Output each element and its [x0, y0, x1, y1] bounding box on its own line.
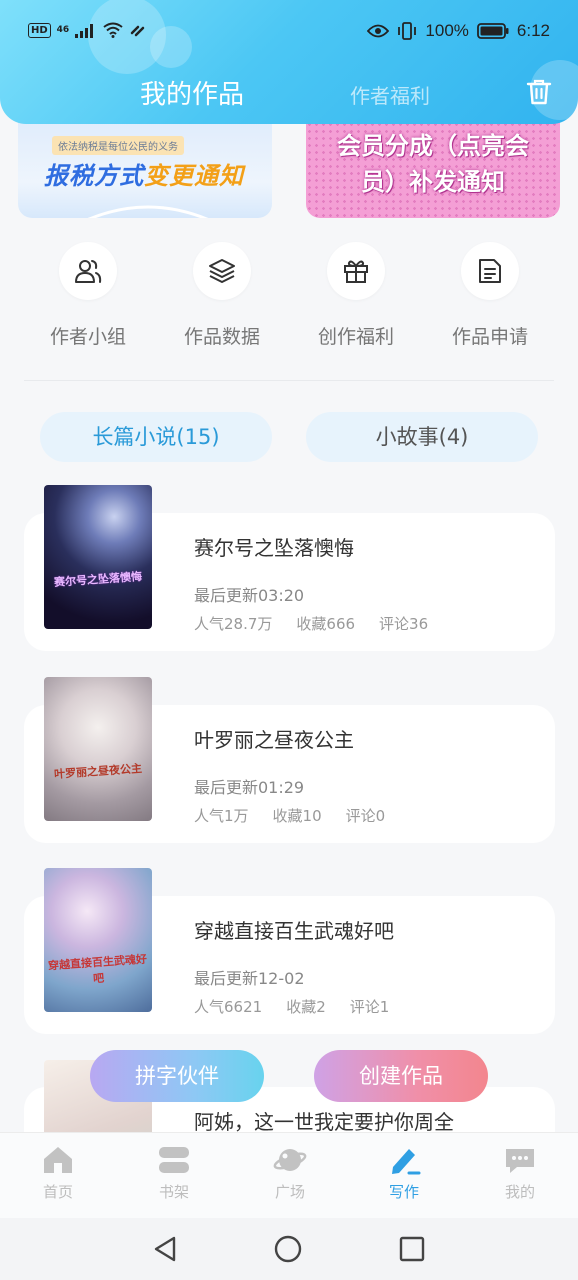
book-cover[interactable]: 赛尔号之坠落懊悔 — [44, 485, 152, 629]
hd-badge: HD — [28, 22, 51, 38]
banner-tagline: 依法纳税是每位公民的义务 — [52, 136, 184, 155]
work-updated: 最后更新12-02 — [194, 969, 305, 988]
work-title[interactable]: 穿越直接百生武魂好吧 — [194, 915, 394, 944]
work-popularity: 人气6621 — [194, 998, 263, 1016]
pen-icon — [392, 1149, 421, 1175]
eye-icon — [367, 24, 390, 38]
trash-button[interactable] — [526, 78, 552, 110]
menu-label: 作品申请 — [451, 326, 528, 348]
menu-icon-circle — [327, 242, 385, 300]
bookshelf-icon — [159, 1147, 189, 1173]
menu-label: 创作福利 — [317, 326, 394, 348]
quick-menu: 作者小组 作品数据 创作福利 作品申请 — [18, 242, 560, 362]
vibrate-icon — [398, 22, 417, 40]
work-favorites: 收藏666 — [296, 615, 356, 633]
arc-decoration-icon — [87, 205, 209, 218]
work-title[interactable]: 阿姊，这一世我定要护你周全 — [194, 1106, 454, 1135]
tab-long-novels[interactable]: 长篇小说(15) — [40, 412, 272, 462]
home-button[interactable] — [273, 1234, 303, 1268]
system-nav-bar — [0, 1218, 578, 1280]
menu-author-group[interactable]: 作者小组 — [28, 242, 148, 349]
nav-writing[interactable]: 写作 — [364, 1145, 444, 1202]
book-cover[interactable]: 穿越直接百生武魂好吧 — [44, 868, 152, 1012]
nav-label: 写作 — [388, 1183, 419, 1201]
bottom-nav: 首页 书架 广场 写作 我的 — [0, 1132, 578, 1218]
network-label: 46 — [56, 25, 70, 35]
work-popularity: 人气1万 — [194, 807, 249, 825]
cover-title: 叶罗丽之昼夜公主 — [53, 761, 143, 782]
status-bar: HD 46 100% 6:12 — [0, 0, 578, 64]
back-button[interactable] — [150, 1234, 180, 1268]
home-circle-icon — [274, 1235, 302, 1263]
work-stats: 人气28.7万 收藏666 评论36 — [194, 613, 428, 634]
layers-icon — [209, 259, 235, 283]
work-comments: 评论36 — [379, 615, 429, 633]
wifi-icon — [103, 22, 123, 38]
document-icon — [479, 259, 501, 283]
battery-percent: 100% — [425, 21, 469, 40]
menu-works-data[interactable]: 作品数据 — [162, 242, 282, 349]
divider — [24, 380, 554, 381]
work-stats: 人气6621 收藏2 评论1 — [194, 996, 389, 1017]
work-stats: 人气1万 收藏10 评论0 — [194, 805, 385, 826]
nav-label: 书架 — [158, 1183, 189, 1201]
chat-icon — [506, 1149, 534, 1173]
work-favorites: 收藏2 — [286, 998, 326, 1016]
tab-author-benefits[interactable]: 作者福利 — [350, 80, 430, 109]
battery-icon — [477, 23, 509, 39]
nav-label: 广场 — [274, 1183, 305, 1201]
work-title[interactable]: 赛尔号之坠落懊悔 — [194, 532, 354, 561]
work-comments: 评论1 — [349, 998, 390, 1016]
nav-label: 首页 — [42, 1183, 73, 1201]
nav-bookshelf[interactable]: 书架 — [134, 1145, 214, 1202]
signal-icon — [75, 24, 94, 38]
tab-short-stories[interactable]: 小故事(4) — [306, 412, 538, 462]
cover-title: 穿越直接百生武魂好吧 — [47, 952, 148, 986]
work-title[interactable]: 叶罗丽之昼夜公主 — [194, 724, 354, 753]
trash-icon — [526, 79, 552, 105]
recents-button[interactable] — [397, 1234, 427, 1268]
tab-my-works[interactable]: 我的作品 — [140, 74, 244, 111]
planet-icon — [273, 1149, 307, 1171]
nav-label: 我的 — [504, 1183, 535, 1201]
nav-plaza[interactable]: 广场 — [250, 1145, 330, 1202]
menu-icon-circle — [461, 242, 519, 300]
clock: 6:12 — [516, 21, 550, 40]
menu-label: 作者小组 — [49, 326, 126, 348]
menu-label: 作品数据 — [183, 326, 260, 348]
home-icon — [44, 1147, 72, 1173]
menu-icon-circle — [59, 242, 117, 300]
work-updated: 最后更新03:20 — [194, 586, 305, 605]
partner-button[interactable]: 拼字伙伴 — [90, 1050, 264, 1102]
link-icon — [130, 25, 145, 37]
back-triangle-icon — [154, 1236, 176, 1262]
nav-home[interactable]: 首页 — [18, 1145, 98, 1202]
work-comments: 评论0 — [345, 807, 386, 825]
banner-title: 报税方式变更通知 — [44, 162, 244, 190]
book-cover[interactable]: 叶罗丽之昼夜公主 — [44, 677, 152, 821]
app-header: HD 46 100% 6:12 我的作品 作者福利 — [0, 0, 578, 124]
nav-mine[interactable]: 我的 — [480, 1145, 560, 1202]
gift-icon — [344, 260, 368, 283]
banner-title: 会员分成（点亮会 员）补发通知 — [337, 132, 529, 196]
menu-creation-benefits[interactable]: 创作福利 — [296, 242, 416, 349]
work-favorites: 收藏10 — [272, 807, 322, 825]
work-popularity: 人气28.7万 — [194, 615, 273, 633]
header-tabs: 我的作品 作者福利 — [0, 72, 578, 116]
cover-title: 赛尔号之坠落懊悔 — [53, 569, 143, 590]
create-work-button[interactable]: 创建作品 — [314, 1050, 488, 1102]
menu-icon-circle — [193, 242, 251, 300]
recents-square-icon — [399, 1236, 425, 1262]
menu-works-application[interactable]: 作品申请 — [430, 242, 550, 349]
work-updated: 最后更新01:29 — [194, 778, 305, 797]
users-icon — [75, 260, 102, 283]
